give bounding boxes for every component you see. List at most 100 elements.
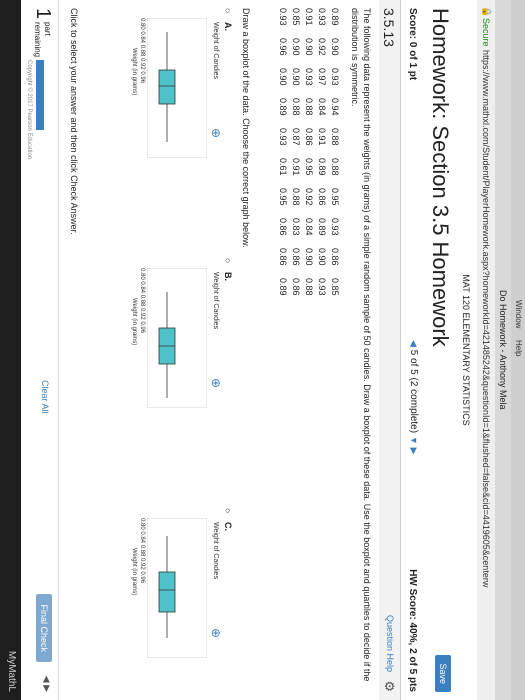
- remaining-word: remaining: [33, 22, 42, 58]
- table-cell: 0.88: [330, 128, 340, 146]
- draw-prompt: Draw a boxplot of the data. Choose the c…: [241, 8, 251, 248]
- table-cell: 0.95: [278, 188, 288, 206]
- table-row: 0.93 0.96 0.90 0.89 0.93 0.61 0.95 0.86 0.86 0.89: [276, 8, 289, 308]
- table-cell: 0.61: [278, 158, 288, 176]
- os-menubar: Window Help: [511, 0, 525, 700]
- course-header: MAT 120 ELEMENTARY STATISTICS: [457, 0, 477, 700]
- table-cell: 0.89: [330, 8, 340, 26]
- radio-b[interactable]: ○: [223, 258, 233, 263]
- table-cell: 0.93: [317, 278, 327, 296]
- dropdown-icon[interactable]: ▼: [409, 436, 419, 445]
- table-cell: 0.96: [278, 38, 288, 56]
- menu-help[interactable]: Help: [514, 340, 523, 356]
- boxplot-graph: [147, 518, 207, 658]
- option-letter: C.: [223, 522, 233, 531]
- table-cell: 0.89: [317, 218, 327, 236]
- gear-icon[interactable]: ⚙: [381, 680, 397, 692]
- table-cell: 0.83: [291, 218, 301, 236]
- table-cell: 0.92: [317, 38, 327, 56]
- graph-title: Weight of Candies: [212, 22, 219, 80]
- option-letter: A.: [223, 22, 233, 31]
- answer-instruction: Click to select your answer and then cli…: [69, 8, 79, 235]
- graph-frame: [147, 18, 207, 158]
- hw-score-text: HW Score: 40%, 2 of 5 pts: [407, 569, 418, 692]
- score-text: Score: 0 of 1 pt: [407, 8, 418, 81]
- table-cell: 0.93: [278, 128, 288, 146]
- parts-label: part remaining: [32, 22, 52, 57]
- bottom-strip: MyMathL: [0, 0, 21, 700]
- question-number: 3.5.13: [381, 8, 397, 47]
- score-bar: Score: 0 of 1 pt ◀ 5 of 5 (2 complete) ▼…: [401, 0, 423, 700]
- table-cell: 0.86: [291, 248, 301, 266]
- next-question-icon[interactable]: ▶: [409, 448, 419, 455]
- question-pager: ◀ 5 of 5 (2 complete) ▼ ▶: [408, 340, 419, 454]
- lock-icon: 🔒: [482, 6, 492, 18]
- option-c[interactable]: ○ C. Weight of Candies ⊕ 0.80 0.84 0.88 …: [123, 508, 233, 668]
- table-cell: 0.92: [304, 188, 314, 206]
- secure-label: Secure: [481, 18, 491, 47]
- save-button[interactable]: Save: [435, 655, 451, 692]
- question-body: The following data represent the weights…: [59, 0, 379, 700]
- table-cell: 0.88: [304, 98, 314, 116]
- table-cell: 0.86: [304, 128, 314, 146]
- url-text[interactable]: https://www.mathxl.com/Student/PlayerHom…: [481, 50, 491, 587]
- table-row: 0.91 0.90 0.93 0.88 0.86 0.95 0.92 0.84 0.90 0.88: [302, 8, 315, 308]
- zoom-icon[interactable]: ⊕: [209, 128, 223, 138]
- axis-ticks: 0.80 0.84 0.88 0.92 0.96: [139, 18, 145, 84]
- table-cell: 0.86: [330, 248, 340, 266]
- table-cell: 0.86: [278, 248, 288, 266]
- table-cell: 0.97: [317, 68, 327, 86]
- table-cell: 0.90: [291, 38, 301, 56]
- box: [158, 571, 176, 613]
- question-help-link[interactable]: Question Help: [385, 615, 395, 672]
- table-cell: 0.95: [330, 188, 340, 206]
- pager-text[interactable]: 5 of 5 (2 complete): [408, 350, 419, 433]
- table-cell: 0.87: [291, 128, 301, 146]
- boxplot-graph: [147, 268, 207, 408]
- axis-ticks: 0.80 0.84 0.88 0.92 0.96: [139, 268, 145, 334]
- table-row: 0.93 0.92 0.97 0.84 0.91 0.89 0.86 0.89 0.90 0.93: [315, 8, 328, 308]
- graph-frame: [147, 268, 207, 408]
- table-row: 0.85 0.90 0.90 0.88 0.87 0.91 0.88 0.83 0.86 0.86: [289, 8, 302, 308]
- address-bar[interactable]: 🔒 Secure https://www.mathxl.com/Student/…: [476, 0, 495, 700]
- browser-screen: Window Help Do Homework - Anthony Mela 🔒…: [0, 0, 525, 700]
- homework-footer: 1 part remaining Clear All Final Check ◀ …: [20, 0, 59, 700]
- photo-frame: Window Help Do Homework - Anthony Mela 🔒…: [0, 0, 525, 700]
- zoom-icon[interactable]: ⊕: [209, 628, 223, 638]
- page-title: Homework: Section 3.5 Homework: [428, 8, 453, 347]
- option-a[interactable]: ○ A. Weight of Candies ⊕ 0.80 0.84 0.88 …: [123, 8, 233, 168]
- table-cell: 0.93: [330, 218, 340, 236]
- table-cell: 0.88: [304, 278, 314, 296]
- parts-count: 1: [32, 8, 54, 20]
- table-cell: 0.93: [330, 68, 340, 86]
- table-cell: 0.84: [304, 218, 314, 236]
- final-check-button[interactable]: Final Check: [36, 594, 52, 662]
- zoom-icon[interactable]: ⊕: [209, 378, 223, 388]
- nav-arrows-icon[interactable]: ◀ ▶: [41, 676, 52, 692]
- course-name: MAT 120 ELEMENTARY STATISTICS: [461, 274, 471, 426]
- table-cell: 0.84: [317, 98, 327, 116]
- table-cell: 0.90: [291, 68, 301, 86]
- table-cell: 0.95: [304, 158, 314, 176]
- box: [158, 69, 176, 105]
- graph-title: Weight of Candies: [212, 522, 219, 580]
- clear-all-button[interactable]: Clear All: [40, 380, 50, 414]
- prev-question-icon[interactable]: ◀: [409, 340, 419, 347]
- progress-bar: [36, 60, 44, 130]
- table-cell: 0.88: [291, 188, 301, 206]
- table-cell: 0.90: [304, 248, 314, 266]
- table-cell: 0.89: [278, 98, 288, 116]
- table-cell: 0.94: [330, 98, 340, 116]
- table-cell: 0.90: [304, 38, 314, 56]
- option-b[interactable]: ○ B. Weight of Candies ⊕ 0.80 0.84 0.88 …: [123, 258, 233, 418]
- menu-window[interactable]: Window: [514, 300, 523, 328]
- homework-titlebar: Homework: Section 3.5 Homework Save: [423, 0, 457, 700]
- radio-a[interactable]: ○: [223, 8, 233, 13]
- table-cell: 0.90: [330, 38, 340, 56]
- question-instruction: The following data represent the weights…: [350, 8, 372, 682]
- table-cell: 0.91: [317, 128, 327, 146]
- graph-frame: [147, 518, 207, 658]
- tab-homework[interactable]: Do Homework - Anthony Mela: [498, 290, 508, 410]
- data-table: 0.89 0.90 0.93 0.94 0.88 0.88 0.95 0.93 0.86 0.85…: [276, 8, 341, 308]
- radio-c[interactable]: ○: [223, 508, 233, 513]
